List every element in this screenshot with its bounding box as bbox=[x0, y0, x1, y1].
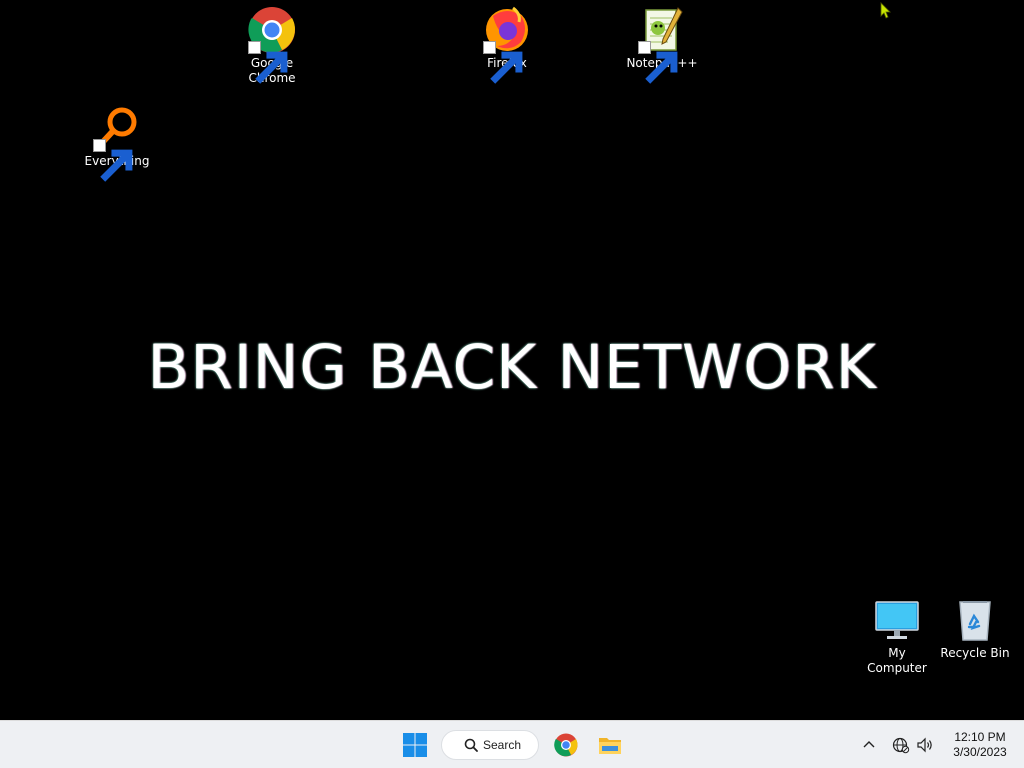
desktop-icon-firefox[interactable]: Firefox bbox=[467, 6, 547, 84]
file-explorer-icon bbox=[599, 738, 621, 754]
tray-volume-button[interactable] bbox=[914, 729, 936, 761]
volume-icon bbox=[917, 737, 932, 753]
clock-date: 3/30/2023 bbox=[953, 745, 1007, 759]
shortcut-arrow-icon bbox=[93, 139, 133, 182]
taskbar-clock[interactable]: 12:10 PM 3/30/2023 bbox=[944, 730, 1016, 762]
tray-overflow-button[interactable] bbox=[858, 729, 880, 761]
wallpaper-text: BRING BACK NETWORK bbox=[147, 332, 877, 403]
taskbar-file-explorer-button[interactable] bbox=[594, 729, 626, 761]
firefox-icon bbox=[483, 6, 531, 84]
desktop: BRING BACK NETWORK Google Chrome Firefox… bbox=[0, 0, 1024, 720]
desktop-icon-recycle-bin[interactable]: Recycle Bin bbox=[935, 596, 1015, 661]
desktop-icon-label: My Computer bbox=[867, 646, 927, 675]
monitor-icon bbox=[873, 596, 921, 644]
desktop-icon-my-computer[interactable]: My Computer bbox=[857, 596, 937, 676]
chrome-icon bbox=[554, 733, 578, 757]
search-label: Search bbox=[483, 738, 522, 752]
chevron-up-icon bbox=[863, 741, 875, 748]
search-icon bbox=[464, 738, 478, 752]
desktop-icon-chrome[interactable]: Google Chrome bbox=[232, 6, 312, 86]
recycle-bin-icon bbox=[951, 596, 999, 644]
everything-search-icon bbox=[93, 104, 141, 182]
shortcut-arrow-icon bbox=[638, 41, 678, 84]
chrome-icon bbox=[248, 6, 296, 84]
taskbar-search-box[interactable]: Search bbox=[441, 730, 539, 760]
desktop-icon-label: Recycle Bin bbox=[940, 646, 1010, 660]
start-icon bbox=[403, 733, 427, 757]
shortcut-arrow-icon bbox=[248, 41, 288, 84]
notepadpp-icon bbox=[638, 6, 686, 84]
shortcut-arrow-icon bbox=[483, 41, 523, 84]
clock-time: 12:10 PM bbox=[954, 730, 1006, 744]
start-button[interactable] bbox=[398, 729, 432, 761]
tray-network-button[interactable] bbox=[890, 729, 912, 761]
network-globe-icon bbox=[892, 737, 910, 754]
desktop-icon-notepadpp[interactable]: Notepad++ bbox=[622, 6, 702, 84]
desktop-icon-everything[interactable]: Everything bbox=[77, 104, 157, 182]
taskbar: Search 12:10 PM 3/30/2023 bbox=[0, 720, 1024, 768]
taskbar-chrome-button[interactable] bbox=[550, 729, 582, 761]
mouse-cursor-icon bbox=[880, 2, 892, 20]
